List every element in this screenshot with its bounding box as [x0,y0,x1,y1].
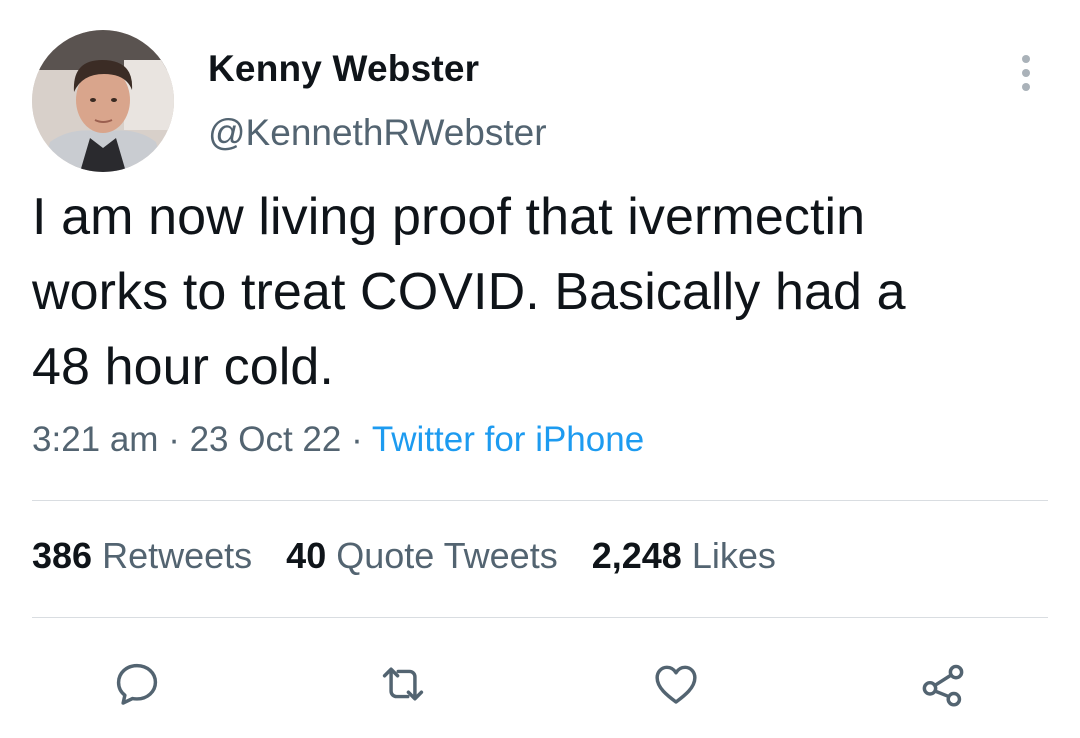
reply-icon [116,663,158,705]
retweets-count: 386 [32,535,93,576]
share-icon [922,664,964,707]
quote-tweets-count: 40 [286,535,327,576]
tweet-date[interactable]: 23 Oct 22 [190,420,342,459]
reply-button[interactable] [109,656,165,712]
divider [32,500,1048,501]
avatar[interactable] [32,30,174,172]
tweet-source-link[interactable]: Twitter for iPhone [372,420,644,459]
tweet-meta: 3:21 am · 23 Oct 22 · Twitter for iPhone [32,420,644,460]
retweet-button[interactable] [375,656,431,712]
more-options-button[interactable] [1008,50,1044,96]
quote-tweets-label: Quote Tweets [336,535,558,576]
user-handle[interactable]: @KennethRWebster [208,112,547,154]
avatar-photo [32,30,174,172]
quote-tweets-stat[interactable]: 40 Quote Tweets [286,535,558,577]
likes-count: 2,248 [591,535,682,576]
like-button[interactable] [648,656,704,712]
likes-stat[interactable]: 2,248 Likes [592,535,776,577]
share-button[interactable] [915,656,971,712]
meta-separator: · [158,420,190,459]
retweets-label: Retweets [102,535,253,576]
likes-label: Likes [691,535,776,576]
retweets-stat[interactable]: 386 Retweets [32,535,252,577]
retweet-icon [382,667,424,701]
tweet-text: I am now living proof that ivermectin wo… [32,188,906,396]
tweet-stats: 386 Retweets 40 Quote Tweets 2,248 Likes [32,535,776,577]
display-name[interactable]: Kenny Webster [208,48,479,90]
tweet-time[interactable]: 3:21 am [32,420,158,459]
divider [32,617,1048,618]
heart-icon [655,665,697,704]
meta-separator: · [341,420,372,459]
more-vertical-icon [1022,55,1030,91]
